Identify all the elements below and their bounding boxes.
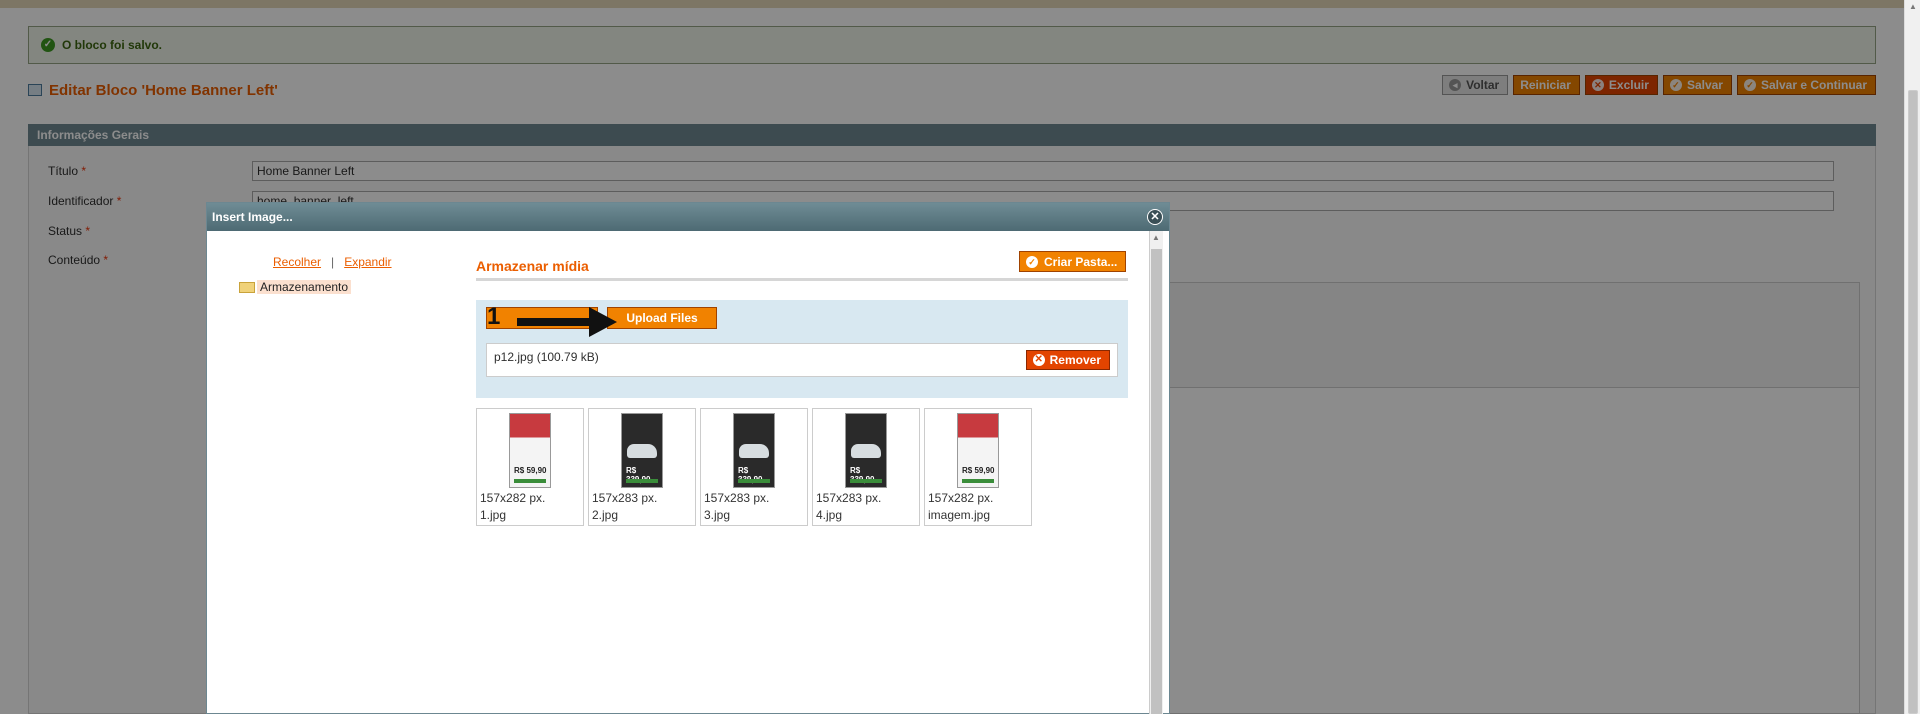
content-divider bbox=[476, 278, 1128, 281]
image-dimensions: 157x282 px. bbox=[480, 491, 546, 505]
image-dimensions: 157x283 px. bbox=[704, 491, 770, 505]
car-graphic bbox=[851, 444, 881, 458]
car-graphic bbox=[627, 444, 657, 458]
image-preview: R$ 339,90 bbox=[621, 413, 663, 488]
image-grid: R$ 59,90 157x282 px. 1.jpg R$ 339,90 157x283… bbox=[476, 408, 1032, 526]
page-scrollbar-thumb[interactable] bbox=[1908, 90, 1918, 714]
image-dimensions: 157x282 px. bbox=[928, 491, 994, 505]
scroll-up-icon[interactable]: ▲ bbox=[1908, 2, 1918, 12]
preview-band bbox=[738, 479, 770, 483]
preview-price: R$ 59,90 bbox=[962, 466, 995, 475]
arrow-pointer-icon bbox=[517, 307, 617, 337]
tree-controls: Recolher | Expandir bbox=[273, 255, 392, 269]
dialog-titlebar: Insert Image... ✕ bbox=[207, 203, 1169, 231]
car-graphic bbox=[739, 444, 769, 458]
remove-icon: ✕ bbox=[1032, 354, 1045, 366]
image-filename: imagem.jpg bbox=[928, 508, 991, 522]
step-number: 1 bbox=[487, 303, 501, 330]
upload-files-button[interactable]: Upload Files bbox=[607, 307, 717, 329]
image-thumbnail[interactable]: R$ 339,90 157x283 px. 2.jpg bbox=[588, 408, 696, 526]
expand-link[interactable]: Expandir bbox=[344, 255, 391, 269]
file-name: p12.jpg (100.79 kB) bbox=[494, 350, 599, 364]
dialog-title: Insert Image... bbox=[212, 210, 293, 224]
dialog-scrollbar-thumb[interactable] bbox=[1151, 249, 1162, 714]
new-folder-button[interactable]: ✓ Criar Pasta... bbox=[1019, 251, 1127, 272]
content-title: Armazenar mídia bbox=[476, 258, 589, 274]
image-thumbnail[interactable]: R$ 59,90 157x282 px. imagem.jpg bbox=[924, 408, 1032, 526]
image-filename: 1.jpg bbox=[480, 508, 507, 522]
preview-price: R$ 59,90 bbox=[514, 466, 547, 475]
insert-image-dialog: Insert Image... ✕ Recolher | Expandir Ar… bbox=[206, 202, 1170, 714]
dialog-scrollbar[interactable]: ▲ bbox=[1149, 231, 1163, 714]
image-dimensions: 157x283 px. bbox=[592, 491, 658, 505]
image-thumbnail[interactable]: R$ 59,90 157x282 px. 1.jpg bbox=[476, 408, 584, 526]
folder-icon bbox=[239, 281, 255, 293]
image-preview: R$ 339,90 bbox=[733, 413, 775, 488]
image-thumbnail[interactable]: R$ 339,90 157x283 px. 4.jpg bbox=[812, 408, 920, 526]
tree-item-storage[interactable]: Armazenamento bbox=[239, 280, 352, 294]
image-filename: 4.jpg bbox=[816, 508, 843, 522]
image-preview: R$ 339,90 bbox=[845, 413, 887, 488]
file-queue-item: p12.jpg (100.79 kB) ✕ Remover bbox=[486, 343, 1118, 377]
preview-band bbox=[962, 479, 994, 483]
image-dimensions: 157x283 px. bbox=[816, 491, 882, 505]
preview-band bbox=[626, 479, 658, 483]
upload-panel: 1 Upload Files p12.jpg (100.79 kB) ✕ Remo… bbox=[476, 300, 1128, 398]
image-preview: R$ 59,90 bbox=[957, 413, 999, 488]
collapse-link[interactable]: Recolher bbox=[273, 255, 321, 269]
preview-band bbox=[850, 479, 882, 483]
close-icon[interactable]: ✕ bbox=[1147, 209, 1163, 225]
remove-button[interactable]: ✕ Remover bbox=[1025, 350, 1110, 370]
image-preview: R$ 59,90 bbox=[509, 413, 551, 488]
preview-band bbox=[514, 479, 546, 483]
image-filename: 2.jpg bbox=[592, 508, 619, 522]
new-folder-icon: ✓ bbox=[1026, 255, 1038, 268]
image-thumbnail[interactable]: R$ 339,90 157x283 px. 3.jpg bbox=[700, 408, 808, 526]
page-scrollbar[interactable]: ▲ bbox=[1904, 0, 1920, 714]
scroll-up-icon[interactable]: ▲ bbox=[1152, 233, 1160, 242]
image-filename: 3.jpg bbox=[704, 508, 731, 522]
